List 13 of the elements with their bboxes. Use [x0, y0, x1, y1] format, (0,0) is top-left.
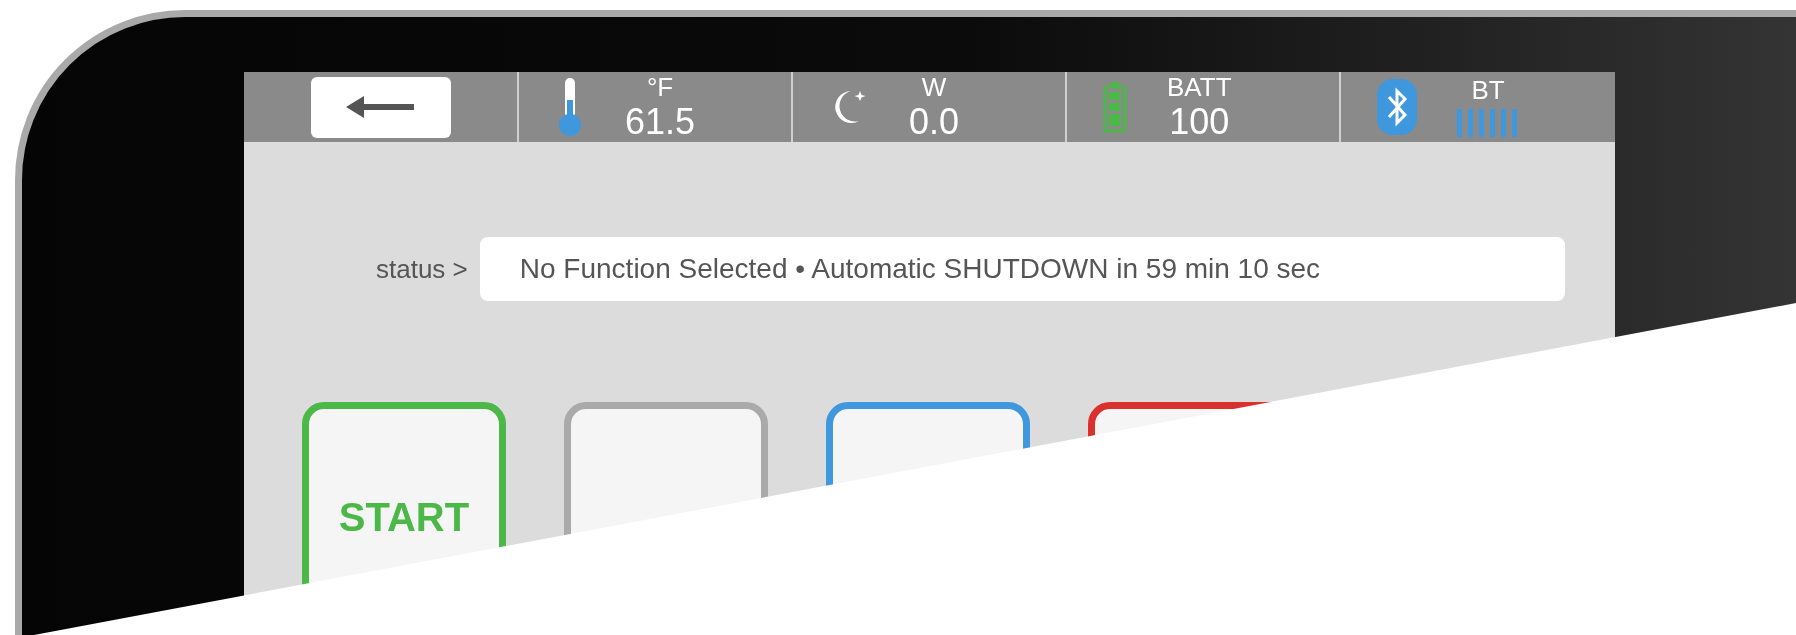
back-button[interactable] — [310, 76, 451, 138]
reading-value: 100 — [1169, 102, 1230, 142]
reading-value: 61.5 — [625, 102, 696, 142]
status-field: No Function Selected • Automatic SHUTDOWN in 59 min 10 sec — [479, 237, 1565, 301]
bluetooth-icon — [1377, 79, 1417, 135]
reading-value: 0.0 — [909, 102, 960, 142]
status-label: status > — [376, 252, 468, 286]
reading-unit: BATT — [1167, 72, 1232, 102]
reading-unit: BT — [1471, 75, 1505, 105]
reading-unit: W — [921, 72, 947, 102]
battery-icon — [1103, 81, 1127, 133]
back-arrow-icon — [345, 95, 416, 119]
reading-unit: °F — [646, 72, 674, 102]
